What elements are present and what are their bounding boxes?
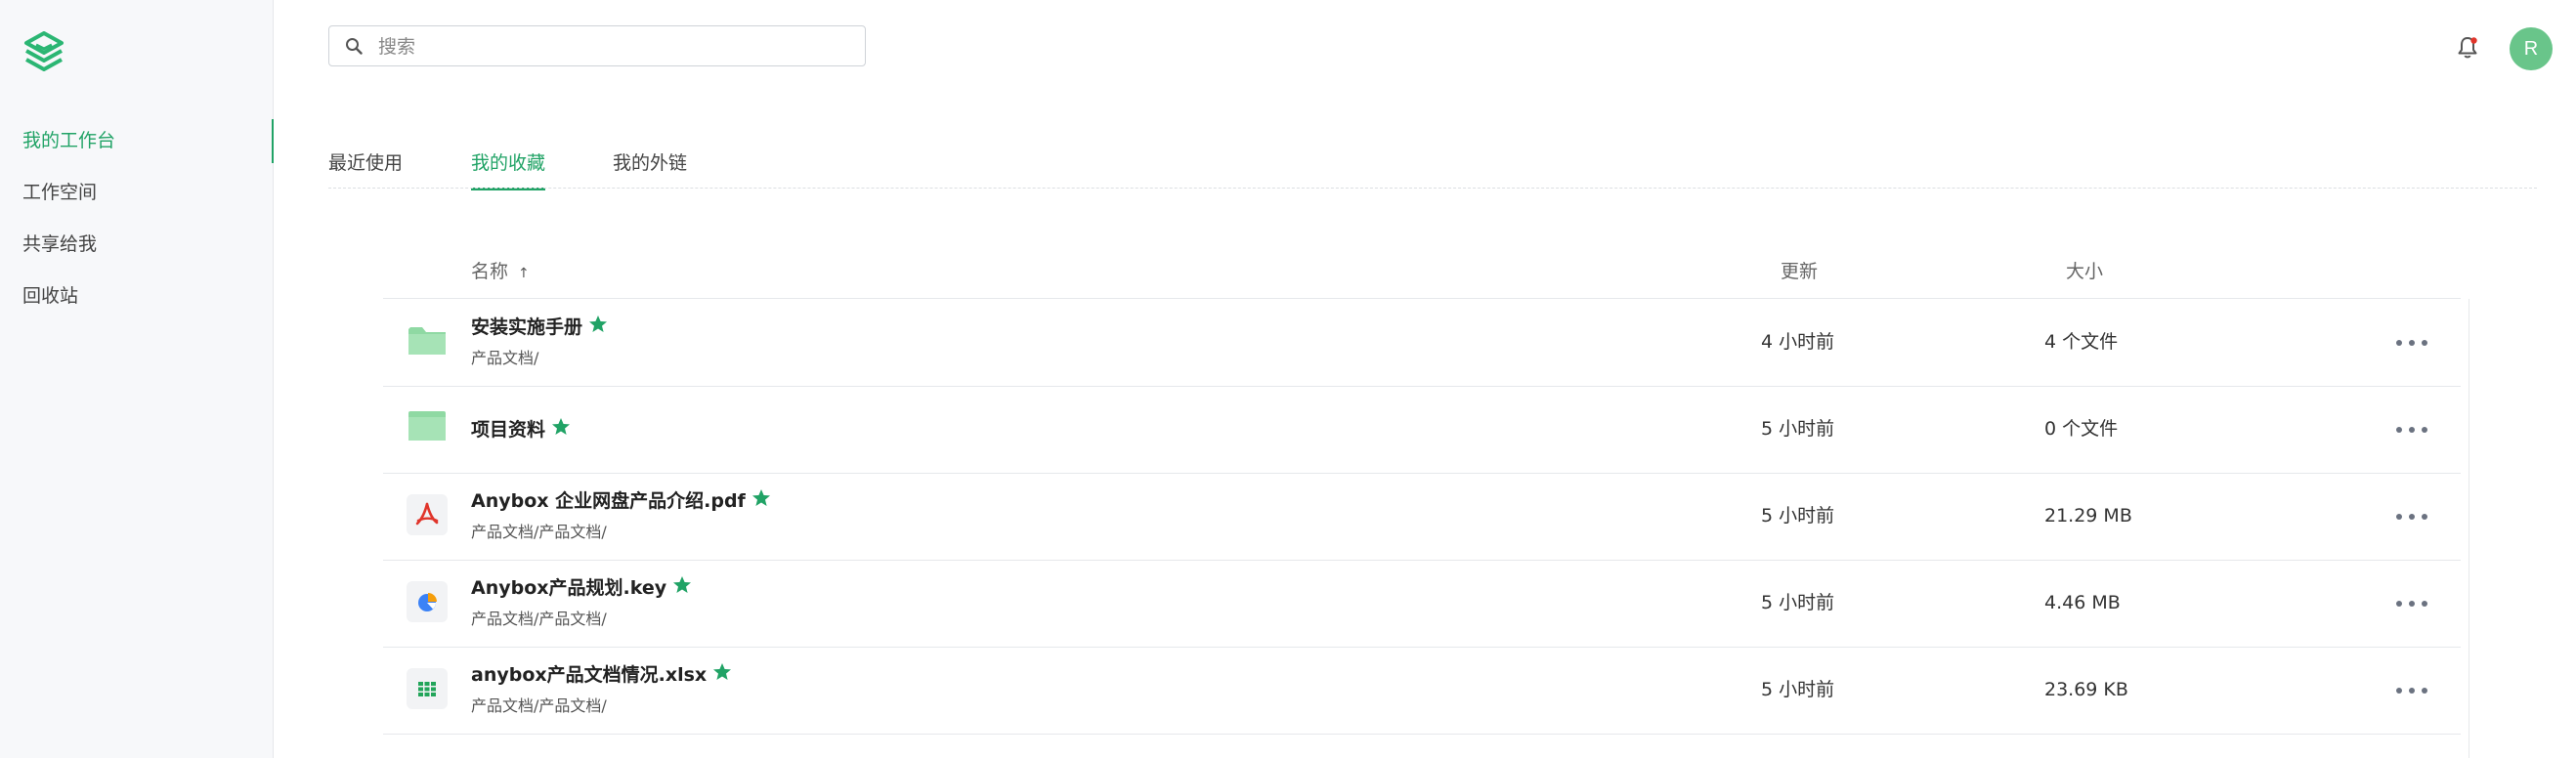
- sidebar-item-label: 我的工作台: [22, 130, 116, 151]
- star-icon[interactable]: [588, 315, 608, 334]
- file-name-cell: 项目资料: [471, 415, 571, 442]
- sidebar-item-recycle-bin[interactable]: 回收站: [0, 271, 273, 322]
- folder-icon: [408, 327, 446, 355]
- star-icon[interactable]: [672, 575, 692, 595]
- updated-time: 5 小时前: [1761, 592, 1835, 613]
- updated-time: 5 小时前: [1761, 418, 1835, 440]
- file-name-cell: anybox产品文档情况.xlsx 产品文档/产品文档/: [471, 660, 732, 716]
- table-header: 名称 ↑ 更新 大小: [383, 249, 2461, 299]
- keynote-icon: [407, 581, 448, 622]
- file-name[interactable]: Anybox产品规划.key: [471, 577, 666, 599]
- more-options-icon[interactable]: [2396, 680, 2429, 699]
- file-name-cell: Anybox 企业网盘产品介绍.pdf 产品文档/产品文档/: [471, 486, 771, 542]
- column-header-label: 名称: [471, 261, 509, 282]
- more-options-icon[interactable]: [2396, 506, 2429, 526]
- spreadsheet-icon: [407, 668, 448, 709]
- sidebar-item-label: 工作空间: [22, 182, 98, 203]
- sort-ascending-icon[interactable]: ↑: [518, 266, 530, 281]
- sidebar-item-workspace[interactable]: 工作空间: [0, 167, 273, 219]
- file-path[interactable]: 产品文档/产品文档/: [471, 519, 771, 542]
- folder-icon: [408, 411, 446, 441]
- file-path[interactable]: 产品文档/产品文档/: [471, 693, 732, 716]
- file-path[interactable]: 产品文档/产品文档/: [471, 606, 692, 629]
- file-name[interactable]: 项目资料: [471, 419, 545, 441]
- column-header-updated[interactable]: 更新: [1781, 257, 1818, 283]
- tab-external-links[interactable]: 我的外链: [613, 147, 687, 188]
- table-row[interactable]: 项目资料 5 小时前 0 个文件: [383, 386, 2461, 474]
- table-row[interactable]: anybox产品文档情况.xlsx 产品文档/产品文档/ 5 小时前 23.69…: [383, 647, 2461, 735]
- file-path[interactable]: 产品文档/: [471, 345, 608, 368]
- tab-recent[interactable]: 最近使用: [328, 147, 403, 188]
- sidebar: 我的工作台 工作空间 共享给我 回收站: [0, 0, 274, 758]
- star-icon[interactable]: [712, 662, 732, 682]
- notification-bell-icon[interactable]: [2455, 35, 2480, 61]
- file-size: 4.46 MB: [2044, 592, 2121, 613]
- file-size: 23.69 KB: [2044, 679, 2128, 700]
- sidebar-item-my-workbench[interactable]: 我的工作台: [0, 115, 274, 167]
- sidebar-item-shared-with-me[interactable]: 共享给我: [0, 219, 273, 271]
- file-name[interactable]: Anybox 企业网盘产品介绍.pdf: [471, 490, 746, 512]
- file-size: 0 个文件: [2044, 418, 2119, 440]
- search-box: [328, 25, 866, 67]
- search-input[interactable]: [376, 26, 849, 67]
- more-options-icon[interactable]: [2396, 419, 2429, 439]
- file-name-cell: Anybox产品规划.key 产品文档/产品文档/: [471, 573, 692, 629]
- sidebar-item-label: 回收站: [22, 285, 79, 307]
- updated-time: 5 小时前: [1761, 679, 1835, 700]
- column-header-name[interactable]: 名称 ↑: [471, 257, 530, 283]
- pdf-icon: [407, 494, 448, 535]
- file-name[interactable]: 安装实施手册: [471, 316, 582, 338]
- star-icon[interactable]: [751, 488, 771, 508]
- star-icon[interactable]: [551, 417, 571, 437]
- file-size: 4 个文件: [2044, 331, 2119, 353]
- file-name[interactable]: anybox产品文档情况.xlsx: [471, 664, 707, 686]
- table-row[interactable]: 安装实施手册 产品文档/ 4 小时前 4 个文件: [383, 299, 2461, 387]
- table-row[interactable]: Anybox产品规划.key 产品文档/产品文档/ 5 小时前 4.46 MB: [383, 560, 2461, 648]
- app-logo-icon[interactable]: [23, 31, 64, 76]
- updated-time: 4 小时前: [1761, 331, 1835, 353]
- file-name-cell: 安装实施手册 产品文档/: [471, 313, 608, 368]
- search-icon: [346, 38, 363, 55]
- sidebar-item-label: 共享给我: [22, 233, 98, 255]
- tab-favorites[interactable]: 我的收藏: [471, 147, 546, 190]
- tab-divider: [328, 188, 2537, 189]
- updated-time: 5 小时前: [1761, 505, 1835, 526]
- sidebar-nav: 我的工作台 工作空间 共享给我 回收站: [0, 115, 274, 322]
- more-options-icon[interactable]: [2396, 332, 2429, 352]
- table-row[interactable]: Anybox 企业网盘产品介绍.pdf 产品文档/产品文档/ 5 小时前 21.…: [383, 473, 2461, 561]
- avatar[interactable]: R: [2510, 27, 2553, 70]
- file-size: 21.29 MB: [2044, 505, 2132, 526]
- more-options-icon[interactable]: [2396, 593, 2429, 612]
- column-header-size[interactable]: 大小: [2066, 257, 2103, 283]
